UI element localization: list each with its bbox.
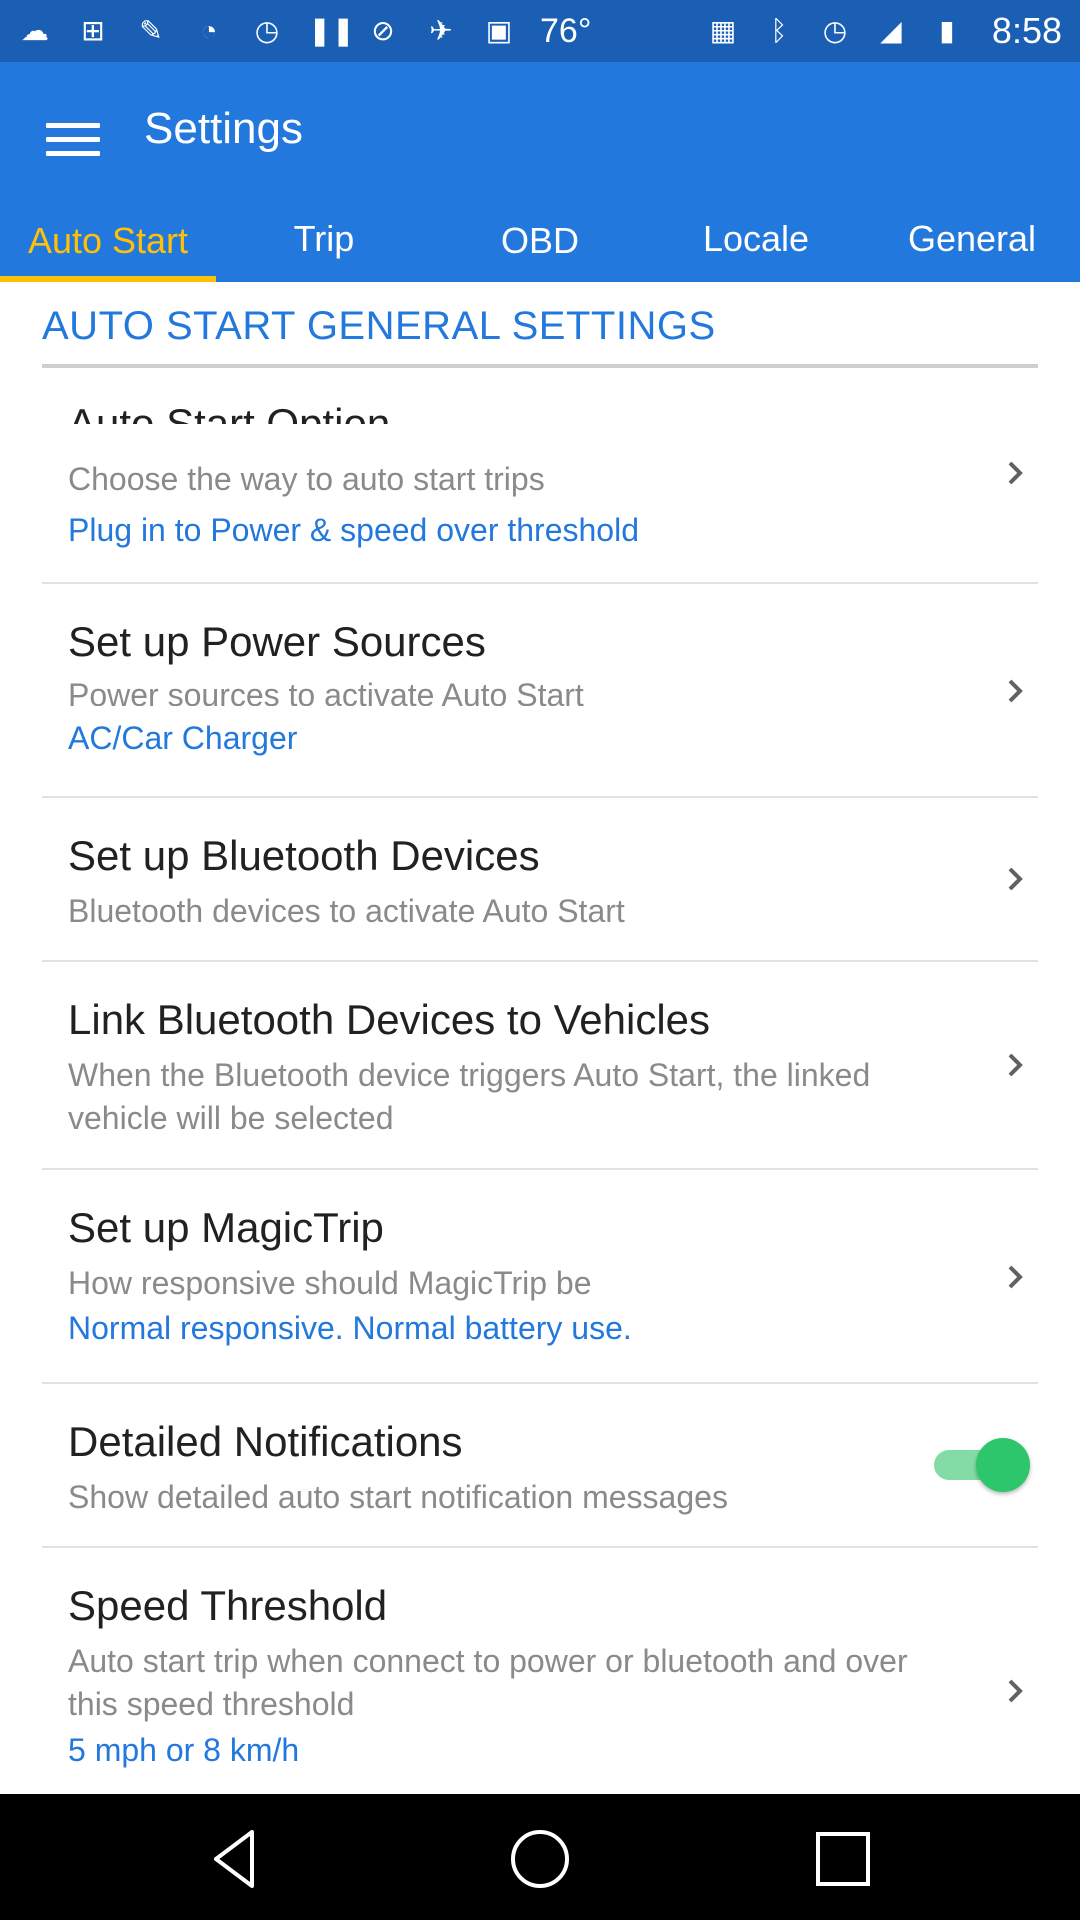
pref-summary: Auto start trip when connect to power or… [68,1643,908,1722]
pref-speed-threshold[interactable]: Speed Threshold Auto start trip when con… [42,1548,1038,1794]
section-divider [42,364,1038,368]
pref-value: AC/Car Charger [68,720,298,756]
photo-icon: ▦ [709,15,737,46]
alarm-icon: ◷ [822,15,848,46]
chevron-right-icon [1000,458,1030,488]
pref-detailed-notifications[interactable]: Detailed Notifications Show detailed aut… [42,1384,1038,1548]
clipped-summary-wrapper: Choose the way to auto start trips [42,454,942,502]
tab-bar: Auto Start Trip OBD Locale General [0,200,1080,282]
pref-value: Plug in to Power & speed over threshold [68,512,639,548]
tab-label: Locale [702,218,810,259]
clock: 8:58 [991,10,1062,51]
pref-power-sources[interactable]: Set up Power Sources Power sources to ac… [42,584,1038,798]
tab-trip[interactable]: Trip [216,200,432,282]
chevron-right-icon [1000,1050,1030,1080]
pause-icon: ❚❚ [308,15,355,46]
tab-label: Auto Start [27,220,189,261]
pref-summary: Choose the way to auto start trips [68,461,545,497]
tab-label: OBD [500,220,579,261]
status-bar: ☁ ⊞ ✎ ◔ ◷ ❚❚ ⊘ ✈ ▣ 76° ▦ ᛒ ◷ ◢ ▮ 8:58 [0,0,1080,62]
system-nav-bar [0,1794,1080,1920]
alarm-icon: ◷ [254,15,280,46]
tab-label: Trip [293,218,355,259]
pref-title: Set up Bluetooth Devices [68,832,540,879]
clipped-title-wrapper: Auto Start Option [42,402,1022,424]
status-left-icons: ☁ ⊞ ✎ ◔ ◷ ❚❚ ⊘ ✈ ▣ 76° [18,12,591,51]
satellite-icon: ✈ [429,15,453,46]
tab-auto-start[interactable]: Auto Start [0,200,216,282]
recents-icon[interactable] [808,1824,878,1894]
pref-bluetooth-devices[interactable]: Set up Bluetooth Devices Bluetooth devic… [42,798,1038,962]
pref-title: Auto Start Option [68,402,390,424]
app-bar: Settings Auto Start Trip OBD Locale Gene… [0,62,1080,282]
tab-general[interactable]: General [864,200,1080,282]
home-icon[interactable] [505,1824,575,1894]
weather-icon: ☁ [21,15,49,46]
battery-icon: ▮ [939,15,955,46]
timer-icon: ◔ [200,15,218,46]
tab-label: General [907,218,1037,259]
wrench-icon: ✎ [139,15,163,46]
clipped-summary-wrapper: Power sources to activate Auto Start [42,672,942,706]
preference-list: Auto Start Option Choose the way to auto… [0,402,1080,1794]
pref-value: 5 mph or 8 km/h [68,1732,300,1768]
pref-summary: How responsive should MagicTrip be [68,1265,592,1301]
pref-title: Set up Power Sources [68,618,486,665]
bluetooth-icon: ᛒ [770,15,788,46]
temperature-label: 76° [540,11,592,50]
status-right-icons: ▦ ᛒ ◷ ◢ ▮ 8:58 [706,10,1062,52]
block-icon: ⊘ [371,15,395,46]
pref-auto-start-option[interactable]: Auto Start Option Choose the way to auto… [42,402,1038,584]
pref-link-bluetooth-vehicles[interactable]: Link Bluetooth Devices to Vehicles When … [42,962,1038,1170]
pref-title: Set up MagicTrip [68,1204,384,1251]
pref-value: Normal responsive. Normal battery use. [68,1310,632,1346]
chevron-right-icon [1000,1262,1030,1292]
pref-title: Speed Threshold [68,1582,388,1629]
pref-summary: Bluetooth devices to activate Auto Start [68,893,625,929]
tab-locale[interactable]: Locale [648,200,864,282]
back-icon[interactable] [202,1824,272,1894]
pref-summary: Power sources to activate Auto Start [68,677,584,706]
settings-content[interactable]: AUTO START GENERAL SETTINGS Auto Start O… [0,282,1080,1794]
tab-obd[interactable]: OBD [432,200,648,282]
add-icon: ⊞ [81,15,105,46]
chevron-right-icon [1000,676,1030,706]
page-title: Settings [144,104,303,153]
section-title: AUTO START GENERAL SETTINGS [42,304,716,348]
chevron-right-icon [1000,1676,1030,1706]
lock-icon: ▣ [485,15,513,46]
hamburger-menu-icon[interactable] [40,106,106,172]
chevron-right-icon [1000,864,1030,894]
toggle-thumb [976,1438,1030,1492]
pref-summary: Show detailed auto start notification me… [68,1479,728,1515]
wifi-icon: ◢ [880,15,902,46]
pref-summary: When the Bluetooth device triggers Auto … [68,1057,871,1136]
pref-title: Link Bluetooth Devices to Vehicles [68,996,711,1043]
notifications-toggle[interactable] [934,1436,1030,1492]
pref-magictrip[interactable]: Set up MagicTrip How responsive should M… [42,1170,1038,1384]
pref-title: Detailed Notifications [68,1418,463,1465]
